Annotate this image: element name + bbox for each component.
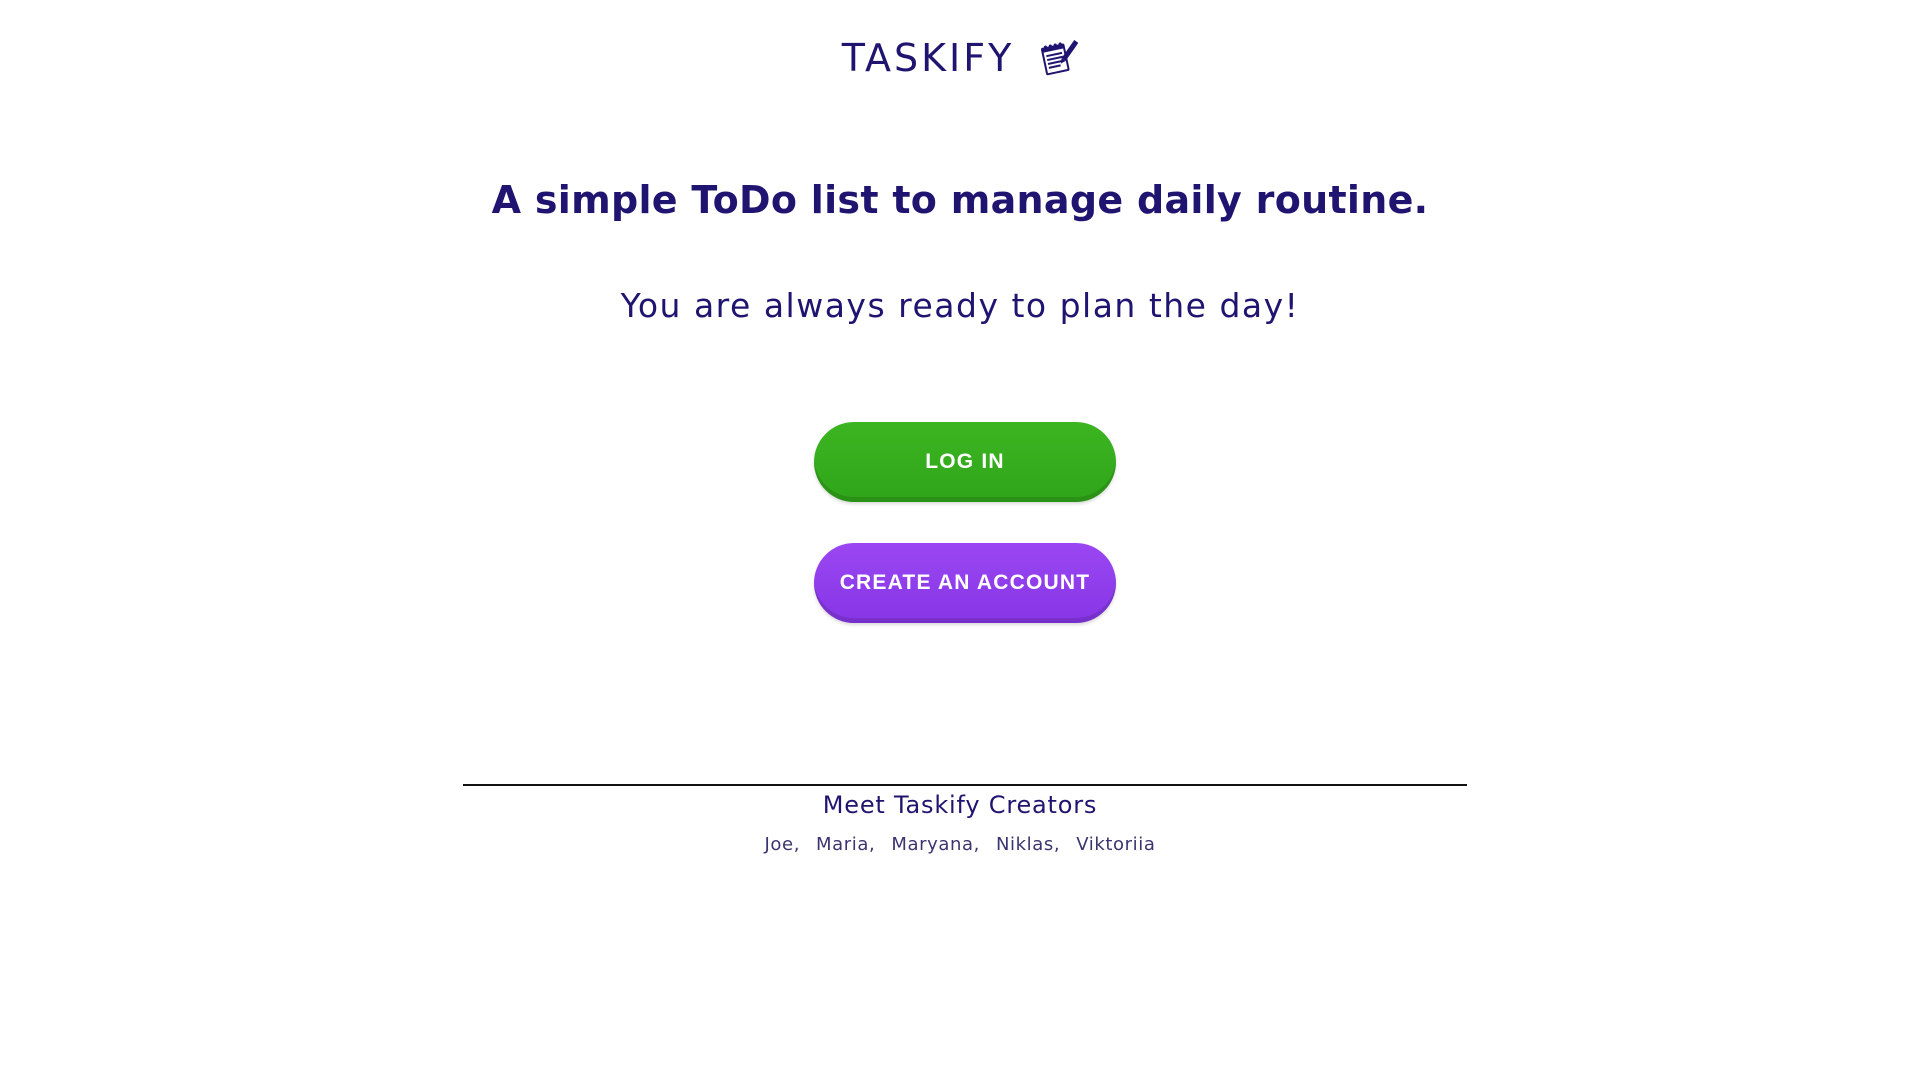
creator-name: Maryana, (891, 834, 980, 855)
notepad-pencil-icon (1036, 37, 1079, 79)
creator-name: Joe, (764, 834, 801, 855)
create-account-button[interactable]: CREATE AN ACCOUNT (814, 543, 1116, 623)
tagline: A simple ToDo list to manage daily routi… (491, 178, 1429, 222)
header: TASKIFY (0, 30, 1920, 86)
creators-title: Meet Taskify Creators (822, 791, 1098, 819)
subtitle: You are always ready to plan the day! (620, 286, 1300, 325)
creator-name: Viktoriia (1076, 834, 1156, 855)
creator-name: Niklas, (995, 834, 1061, 855)
footer-divider (463, 784, 1467, 786)
logo-text: TASKIFY (841, 36, 1015, 80)
creators-list: Joe, Maria, Maryana, Niklas, Viktoriia (0, 834, 1920, 855)
login-button[interactable]: LOG IN (814, 422, 1116, 502)
creator-name: Maria, (816, 834, 876, 855)
